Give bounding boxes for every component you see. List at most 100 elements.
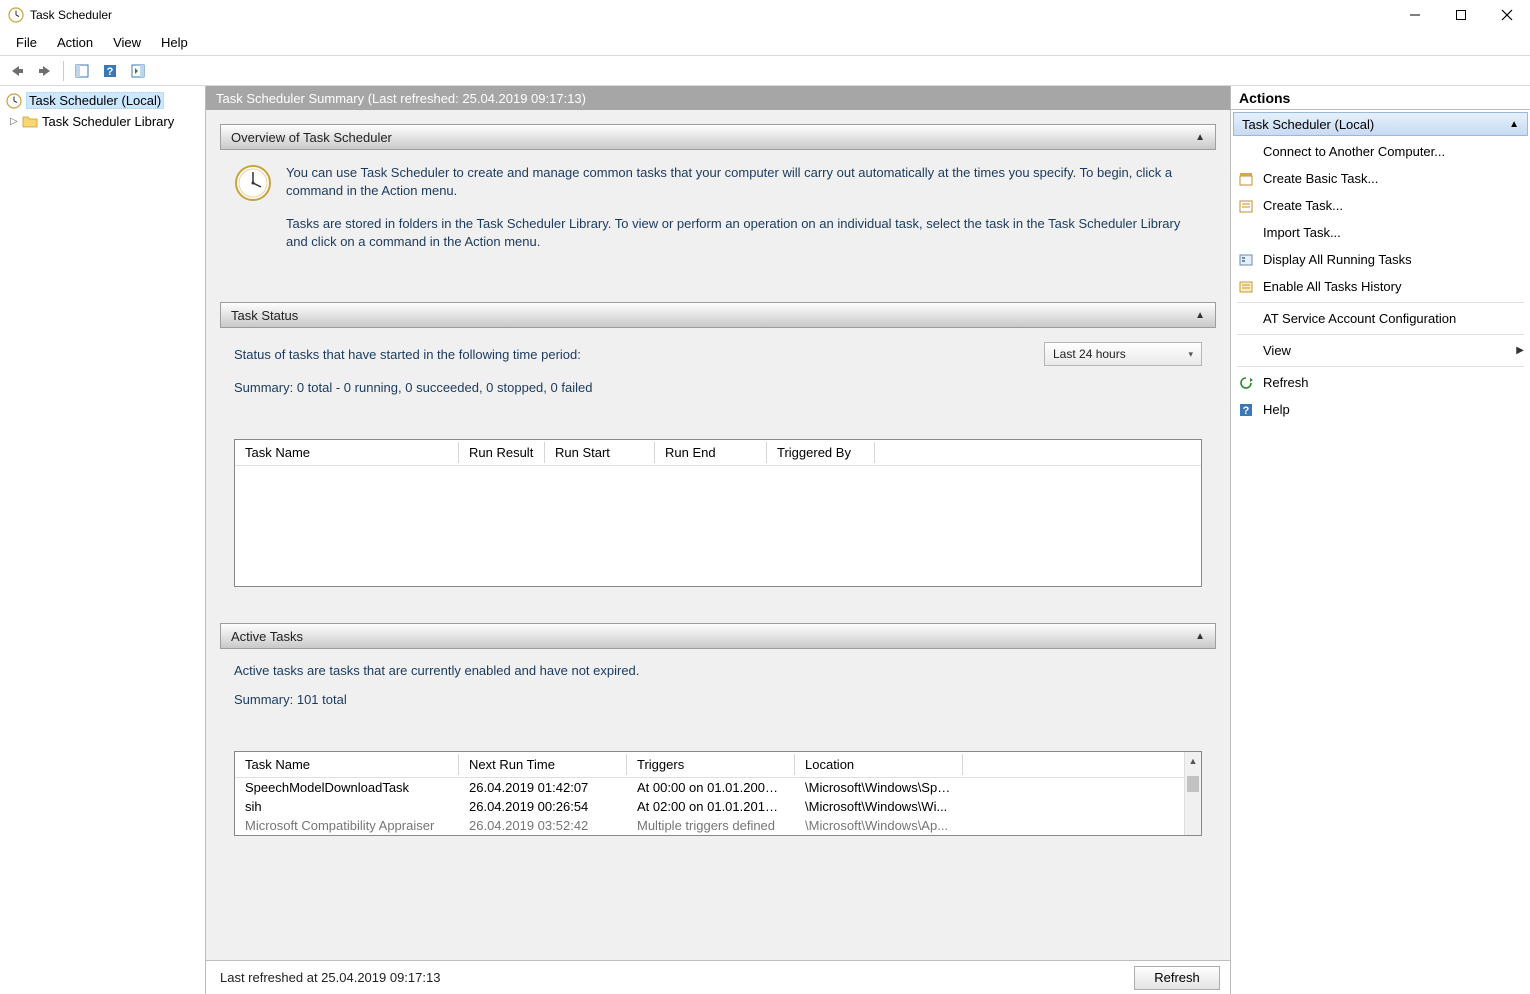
col-task-name[interactable]: Task Name: [235, 440, 459, 465]
col-next-run[interactable]: Next Run Time: [459, 752, 627, 777]
menu-help[interactable]: Help: [151, 32, 198, 53]
summary-bar-text: Task Scheduler Summary (Last refreshed: …: [216, 91, 586, 106]
col-location[interactable]: Location: [795, 752, 963, 777]
history-icon: [1237, 278, 1255, 296]
menu-bar: File Action View Help: [0, 30, 1530, 56]
chevron-right-icon[interactable]: ▷: [10, 116, 22, 127]
workspace: Task Scheduler (Local) ▷ Task Scheduler …: [0, 86, 1530, 994]
overview-title: Overview of Task Scheduler: [231, 130, 392, 145]
action-create-task[interactable]: Create Task...: [1231, 192, 1530, 219]
overview-header[interactable]: Overview of Task Scheduler ▲: [220, 124, 1216, 150]
content-scroll-area[interactable]: Overview of Task Scheduler ▲ You can use…: [206, 110, 1230, 960]
app-icon: [8, 7, 24, 23]
col-triggers[interactable]: Triggers: [627, 752, 795, 777]
create-task-icon: [1237, 197, 1255, 215]
close-button[interactable]: [1484, 0, 1530, 30]
tree-root-label: Task Scheduler (Local): [26, 92, 164, 109]
clock-large-icon: [234, 164, 272, 202]
refresh-icon: [1237, 374, 1255, 392]
menu-view[interactable]: View: [103, 32, 151, 53]
action-display-running[interactable]: Display All Running Tasks: [1231, 246, 1530, 273]
minimize-button[interactable]: [1392, 0, 1438, 30]
toolbar-separator: [63, 61, 64, 81]
blank-icon: [1237, 143, 1255, 161]
action-enable-history[interactable]: Enable All Tasks History: [1231, 273, 1530, 300]
collapse-icon: ▲: [1195, 631, 1205, 642]
help-icon: ?: [1237, 401, 1255, 419]
action-create-basic-task[interactable]: Create Basic Task...: [1231, 165, 1530, 192]
window-controls: [1392, 0, 1530, 30]
actions-group-header[interactable]: Task Scheduler (Local) ▲: [1233, 112, 1528, 136]
collapse-icon: ▲: [1195, 310, 1205, 321]
action-at-service[interactable]: AT Service Account Configuration: [1231, 305, 1530, 332]
task-status-title: Task Status: [231, 308, 298, 323]
action-refresh[interactable]: Refresh: [1231, 369, 1530, 396]
show-hide-console-tree-button[interactable]: [69, 58, 95, 84]
help-toolbar-button[interactable]: ?: [97, 58, 123, 84]
tree-panel: Task Scheduler (Local) ▷ Task Scheduler …: [0, 86, 206, 994]
action-help[interactable]: ? Help: [1231, 396, 1530, 423]
scroll-up-icon[interactable]: ▲: [1185, 752, 1201, 769]
col-task-name[interactable]: Task Name: [235, 752, 459, 777]
running-tasks-icon: [1237, 251, 1255, 269]
chevron-right-icon: ▶: [1516, 345, 1524, 356]
status-table: Task Name Run Result Run Start Run End T…: [234, 439, 1202, 587]
action-connect[interactable]: Connect to Another Computer...: [1231, 138, 1530, 165]
active-intro: Active tasks are tasks that are currentl…: [234, 663, 1202, 678]
maximize-button[interactable]: [1438, 0, 1484, 30]
col-run-start[interactable]: Run Start: [545, 440, 655, 465]
forward-button[interactable]: [32, 58, 58, 84]
tree-library-label: Task Scheduler Library: [42, 114, 174, 129]
overview-paragraph-2: Tasks are stored in folders in the Task …: [286, 215, 1202, 250]
toolbar: ?: [0, 56, 1530, 86]
actions-header: Actions: [1231, 86, 1530, 110]
tree-root[interactable]: Task Scheduler (Local): [0, 90, 205, 111]
status-period-label: Status of tasks that have started in the…: [234, 347, 581, 362]
col-run-end[interactable]: Run End: [655, 440, 767, 465]
tree-library[interactable]: ▷ Task Scheduler Library: [0, 111, 205, 131]
folder-icon: [22, 113, 38, 129]
divider: [1237, 302, 1524, 303]
collapse-icon: ▲: [1195, 132, 1205, 143]
blank-icon: [1237, 310, 1255, 328]
show-hide-action-pane-button[interactable]: [125, 58, 151, 84]
active-tasks-table: Task Name Next Run Time Triggers Locatio…: [234, 751, 1202, 836]
col-triggered-by[interactable]: Triggered By: [767, 440, 875, 465]
back-button[interactable]: [4, 58, 30, 84]
active-summary: Summary: 101 total: [234, 692, 1202, 707]
actions-group-label: Task Scheduler (Local): [1242, 117, 1374, 132]
table-row[interactable]: sih 26.04.2019 00:26:54 At 02:00 on 01.0…: [235, 797, 1184, 816]
table-row[interactable]: Microsoft Compatibility Appraiser 26.04.…: [235, 816, 1184, 835]
clock-icon: [6, 93, 22, 109]
overview-section: Overview of Task Scheduler ▲ You can use…: [220, 124, 1216, 282]
table-scrollbar[interactable]: ▲: [1184, 752, 1201, 835]
refresh-button[interactable]: Refresh: [1134, 966, 1220, 990]
active-tasks-header[interactable]: Active Tasks ▲: [220, 623, 1216, 649]
blank-icon: [1237, 224, 1255, 242]
action-import-task[interactable]: Import Task...: [1231, 219, 1530, 246]
status-summary: Summary: 0 total - 0 running, 0 succeede…: [234, 380, 1202, 395]
col-run-result[interactable]: Run Result: [459, 440, 545, 465]
task-status-header[interactable]: Task Status ▲: [220, 302, 1216, 328]
status-period-dropdown[interactable]: Last 24 hours ▾: [1044, 342, 1202, 366]
svg-text:?: ?: [1243, 405, 1250, 417]
menu-action[interactable]: Action: [47, 32, 103, 53]
blank-icon: [1237, 342, 1255, 360]
action-view[interactable]: View ▶: [1231, 337, 1530, 364]
menu-file[interactable]: File: [6, 32, 47, 53]
title-bar: Task Scheduler: [0, 0, 1530, 30]
task-status-section: Task Status ▲ Status of tasks that have …: [220, 302, 1216, 603]
scrollbar-thumb[interactable]: [1187, 776, 1199, 792]
create-basic-icon: [1237, 170, 1255, 188]
divider: [1237, 334, 1524, 335]
chevron-down-icon: ▾: [1188, 349, 1193, 360]
active-tasks-title: Active Tasks: [231, 629, 303, 644]
summary-bar: Task Scheduler Summary (Last refreshed: …: [206, 86, 1230, 110]
active-tasks-section: Active Tasks ▲ Active tasks are tasks th…: [220, 623, 1216, 852]
table-row[interactable]: SpeechModelDownloadTask 26.04.2019 01:42…: [235, 778, 1184, 797]
footer-bar: Last refreshed at 25.04.2019 09:17:13 Re…: [206, 960, 1230, 994]
overview-paragraph-1: You can use Task Scheduler to create and…: [286, 164, 1202, 199]
dropdown-value: Last 24 hours: [1053, 347, 1126, 361]
center-panel: Task Scheduler Summary (Last refreshed: …: [206, 86, 1230, 994]
svg-text:?: ?: [107, 66, 114, 78]
